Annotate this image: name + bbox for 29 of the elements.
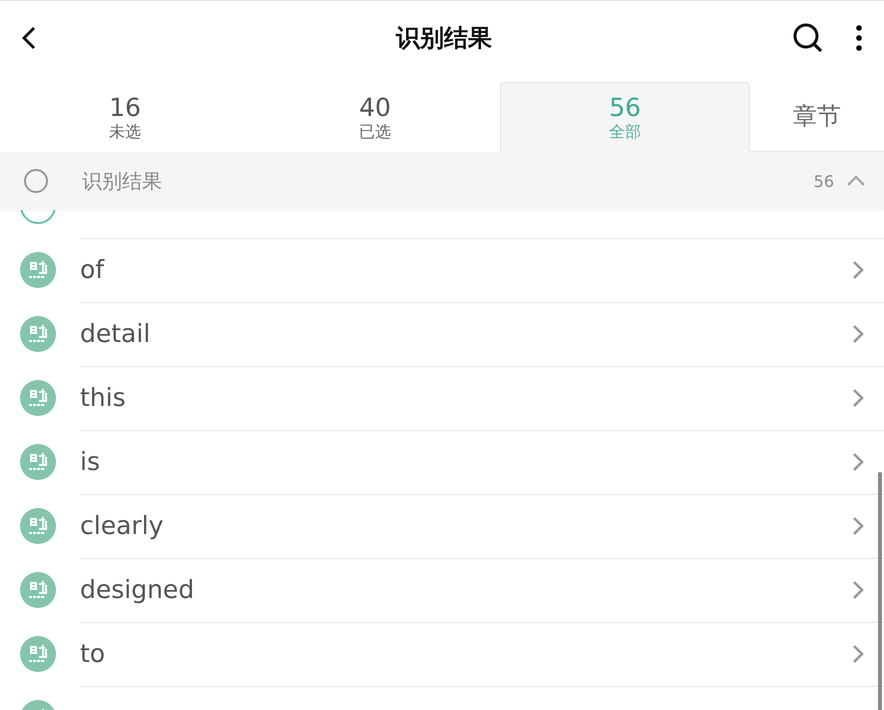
group-header[interactable]: 识别结果 56 [0, 152, 884, 210]
logo-badge-icon [20, 636, 56, 672]
word-text: designed [80, 575, 196, 604]
chevron-right-icon [852, 388, 864, 408]
page-title: 识别结果 [394, 23, 493, 54]
select-all-radio[interactable] [24, 169, 48, 193]
word-text: to [80, 639, 106, 668]
chevron-right-icon [852, 516, 864, 536]
logo-badge-icon [20, 572, 56, 608]
group-title: 识别结果 [82, 168, 163, 194]
chevron-right-icon [852, 260, 864, 280]
logo-badge-icon [20, 380, 56, 416]
word-text: of [80, 255, 106, 284]
logo-badge-icon [20, 252, 56, 288]
word-text: detail [80, 319, 152, 348]
back-icon [22, 26, 36, 50]
word-text: clearly [80, 511, 164, 540]
chevron-right-icon [852, 580, 864, 600]
more-icon [856, 25, 862, 51]
logo-badge-icon [20, 444, 56, 480]
chevron-right-icon [852, 452, 864, 472]
logo-badge-icon [20, 508, 56, 544]
group-count: 56 [814, 172, 834, 190]
word-text: this [80, 383, 127, 412]
logo-badge-icon [20, 316, 56, 352]
chevron-right-icon [852, 644, 864, 664]
word-text: is [80, 447, 101, 476]
chevron-right-icon [852, 324, 864, 344]
search-icon [792, 22, 824, 54]
